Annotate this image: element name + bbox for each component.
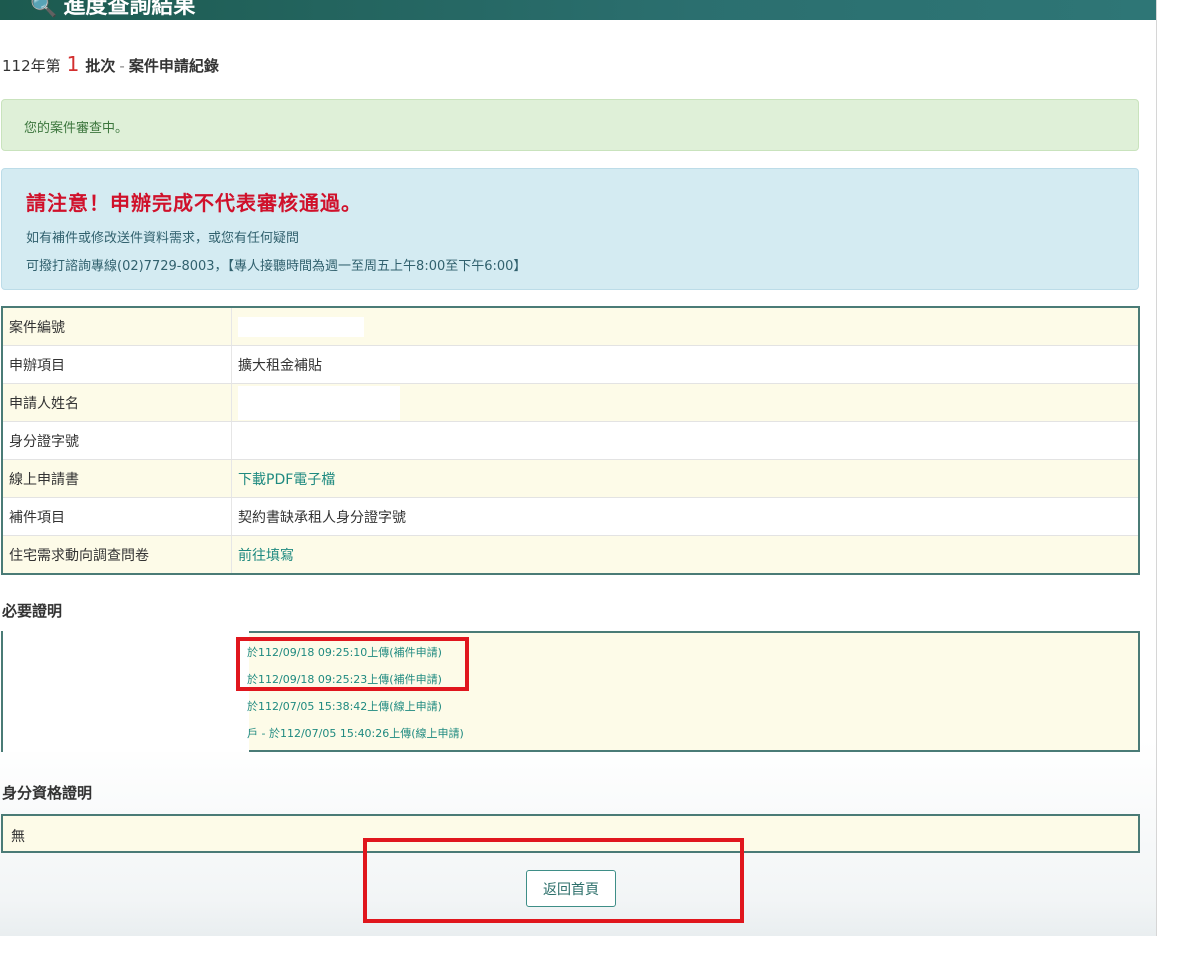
row-value-id-number [231, 421, 1139, 460]
notice-line-1: 如有補件或修改送件資料需求，或您有任何疑問 [26, 231, 300, 246]
uploaded-file-link[interactable]: 於112/07/05 15:38:42上傳(線上申請) [247, 698, 442, 714]
batch-separator: - [119, 57, 125, 75]
row-value-survey: 前往填寫 [231, 535, 1139, 575]
table-row: 身分證字號 [2, 421, 1139, 460]
header-title-text: 進度查詢結果 [63, 0, 196, 19]
batch-number: 1 [66, 52, 80, 76]
page: 🔍 進度查詢結果 112年第 1 批次 - 案件申請紀錄 您的案件審查中。 請注意！申辦完… [0, 0, 1157, 936]
row-key-applicant-name: 申請人姓名 [2, 383, 232, 422]
required-docs-box: 於112/09/18 09:25:10上傳(補件申請) 於112/09/18 0… [1, 631, 1140, 752]
download-pdf-link[interactable]: 下載PDF電子檔 [238, 472, 335, 488]
batch-unit: 批次 [85, 57, 116, 75]
batch-heading: 112年第 1 批次 - 案件申請紀錄 [2, 52, 219, 76]
required-docs-label-cell [1, 631, 249, 752]
notice-alert: 請注意！申辦完成不代表審核通過。 如有補件或修改送件資料需求，或您有任何疑問 可… [1, 168, 1139, 290]
redacted-field [238, 385, 400, 420]
table-row: 申辦項目 擴大租金補貼 [2, 345, 1139, 384]
required-docs-title: 必要證明 [2, 602, 63, 620]
status-alert: 您的案件審查中。 [1, 99, 1139, 151]
identity-docs-value: 無 [11, 829, 25, 845]
table-row: 線上申請書 下載PDF電子檔 [2, 459, 1139, 498]
header-title: 🔍 進度查詢結果 [30, 0, 195, 20]
table-row: 住宅需求動向調查問卷 前往填寫 [2, 535, 1139, 575]
table-row: 案件編號 [2, 307, 1139, 346]
notice-warning: 請注意！申辦完成不代表審核通過。 [26, 191, 362, 215]
identity-docs-title: 身分資格證明 [2, 784, 93, 802]
row-key-supplement-item: 補件項目 [2, 497, 232, 536]
back-home-button[interactable]: 返回首頁 [526, 870, 616, 907]
search-icon: 🔍 [30, 0, 58, 19]
notice-line-2: 可撥打諮詢專線(02)7729-8003，【專人接聽時間為週一至周五上午8:00… [26, 259, 527, 274]
batch-year: 112年第 [2, 57, 61, 75]
row-value-online-form: 下載PDF電子檔 [231, 459, 1139, 498]
table-row: 補件項目 契約書缺承租人身分證字號 [2, 497, 1139, 536]
row-value-applicant-name [231, 383, 1139, 422]
row-value-supplement-item: 契約書缺承租人身分證字號 [231, 497, 1139, 536]
batch-label: 案件申請紀錄 [128, 57, 219, 75]
row-key-apply-item: 申辦項目 [2, 345, 232, 384]
row-key-id-number: 身分證字號 [2, 421, 232, 460]
row-key-online-form: 線上申請書 [2, 459, 232, 498]
row-value-apply-item: 擴大租金補貼 [231, 345, 1139, 384]
uploaded-file-link[interactable]: 戶 - 於112/07/05 15:40:26上傳(線上申請) [247, 725, 464, 741]
table-row: 申請人姓名 [2, 383, 1139, 422]
highlight-box-files [236, 637, 469, 691]
redacted-field [238, 316, 364, 337]
header-bar: 🔍 進度查詢結果 [0, 0, 1156, 20]
survey-link[interactable]: 前往填寫 [238, 548, 294, 564]
row-value-case-number [231, 307, 1139, 346]
row-key-case-number: 案件編號 [2, 307, 232, 346]
row-key-survey: 住宅需求動向調查問卷 [2, 535, 232, 575]
case-info-table: 案件編號 申辦項目 擴大租金補貼 申請人姓名 身分證字號 線上申請書 下載PDF… [1, 306, 1140, 575]
status-alert-text: 您的案件審查中。 [24, 121, 129, 136]
